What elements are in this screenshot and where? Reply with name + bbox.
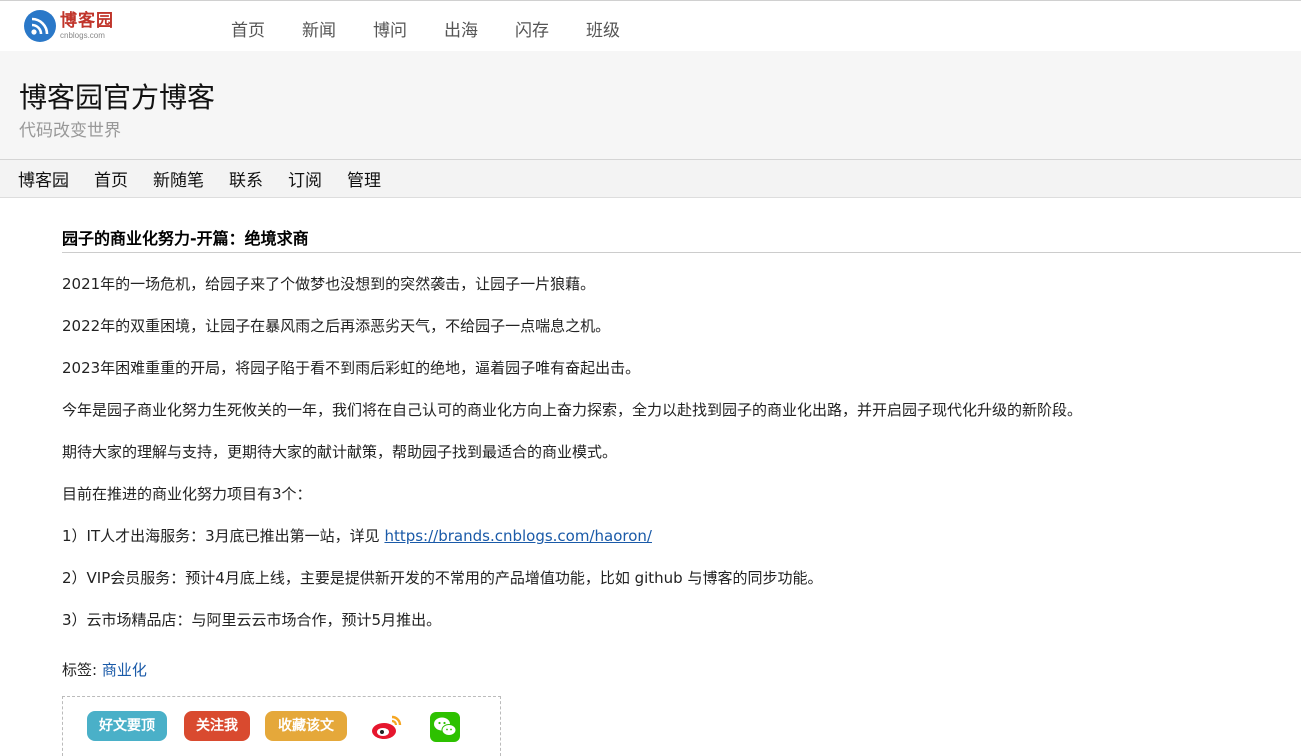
post-body: 2021年的一场危机，给园子来了个做梦也没想到的突然袭击，让园子一片狼藉。 20… — [62, 274, 1301, 630]
tags-label: 标签: — [62, 661, 102, 679]
post-paragraph: 2022年的双重困境，让园子在暴风雨之后再添恶劣天气，不给园子一点喘息之机。 — [62, 317, 611, 335]
brands-link[interactable]: https://brands.cnblogs.com/haoron/ — [384, 527, 652, 545]
blog-header: 博客园官方博客 代码改变世界 — [0, 51, 1301, 160]
blog-nav-subscribe[interactable]: 订阅 — [288, 166, 322, 191]
post-paragraph: 2021年的一场危机，给园子来了个做梦也没想到的突然袭击，让园子一片狼藉。 — [62, 275, 596, 293]
site-header: 博客园 cnblogs.com 首页 新闻 博问 出海 闪存 班级 — [0, 0, 1301, 51]
site-nav-overseas[interactable]: 出海 — [444, 16, 478, 41]
post: 园子的商业化努力-开篇：绝境求商 2021年的一场危机，给园子来了个做梦也没想到… — [62, 228, 1301, 679]
rss-icon — [24, 10, 56, 42]
post-paragraph: 今年是园子商业化努力生死攸关的一年，我们将在自己认可的商业化方向上奋力探索，全力… — [62, 401, 1083, 419]
share-box: 好文要顶 关注我 收藏该文 — [62, 696, 501, 756]
logo-domain: cnblogs.com — [60, 30, 105, 40]
site-nav-news[interactable]: 新闻 — [302, 16, 336, 41]
site-nav-class[interactable]: 班级 — [586, 16, 620, 41]
post-item-1: 1）IT人才出海服务：3月底已推出第一站，详见 https://brands.c… — [62, 526, 1301, 546]
site-nav-home[interactable]: 首页 — [231, 16, 265, 41]
post-item-1-text: 1）IT人才出海服务：3月底已推出第一站，详见 — [62, 527, 385, 545]
weibo-icon[interactable] — [370, 714, 402, 740]
site-nav-flash[interactable]: 闪存 — [515, 16, 549, 41]
post-paragraph: 2023年困难重重的开局，将园子陷于看不到雨后彩虹的绝地，逼着园子唯有奋起出击。 — [62, 359, 641, 377]
post-title[interactable]: 园子的商业化努力-开篇：绝境求商 — [62, 228, 1301, 253]
post-tags: 标签: 商业化 — [62, 659, 147, 680]
blog-nav-new-post[interactable]: 新随笔 — [153, 166, 204, 191]
post-item-2: 2）VIP会员服务：预计4月底上线，主要是提供新开发的不常用的产品增值功能，比如… — [62, 569, 823, 587]
blog-nav-manage[interactable]: 管理 — [347, 166, 381, 191]
blog-title[interactable]: 博客园官方博客 — [19, 76, 215, 116]
post-paragraph: 期待大家的理解与支持，更期待大家的献计献策，帮助园子找到最适合的商业模式。 — [62, 443, 618, 461]
site-nav-questions[interactable]: 博问 — [373, 16, 407, 41]
site-nav: 首页 新闻 博问 出海 闪存 班级 — [231, 16, 657, 41]
tag-link[interactable]: 商业化 — [102, 661, 147, 679]
post-paragraph: 目前在推进的商业化努力项目有3个： — [62, 485, 312, 503]
blog-nav-home[interactable]: 首页 — [94, 166, 128, 191]
post-item-3: 3）云市场精品店：与阿里云云市场合作，预计5月推出。 — [62, 611, 442, 629]
logo-title: 博客园 — [60, 10, 114, 31]
blog-nav: 博客园 首页 新随笔 联系 订阅 管理 — [0, 160, 1301, 198]
site-logo[interactable]: 博客园 cnblogs.com — [24, 9, 114, 43]
blog-nav-cnblogs[interactable]: 博客园 — [18, 166, 69, 191]
blog-subtitle: 代码改变世界 — [19, 121, 121, 141]
wechat-icon[interactable] — [430, 712, 460, 742]
blog-nav-contact[interactable]: 联系 — [229, 166, 263, 191]
